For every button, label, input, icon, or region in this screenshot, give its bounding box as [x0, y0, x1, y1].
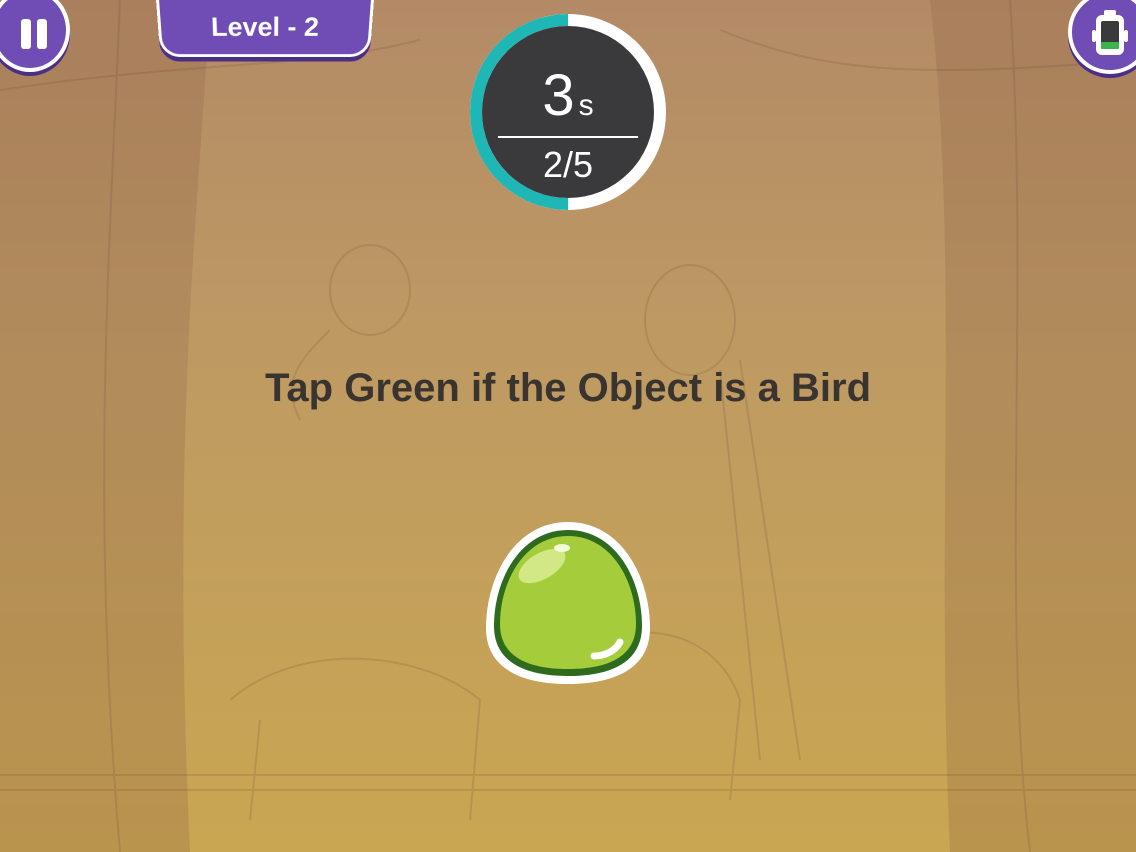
level-label: Level - 2: [210, 11, 320, 42]
question-progress: 2/5: [542, 144, 594, 185]
instruction-text: Tap Green if the Object is a Bird: [264, 366, 872, 410]
timer-seconds: 3: [542, 63, 575, 128]
pause-icon: [21, 19, 47, 49]
green-blob-button[interactable]: [482, 518, 654, 688]
timer-widget: 3s 2/5: [466, 10, 670, 214]
timer-unit: s: [578, 89, 594, 122]
battery-icon: [1092, 10, 1128, 55]
level-banner: Level - 2: [155, 0, 375, 57]
